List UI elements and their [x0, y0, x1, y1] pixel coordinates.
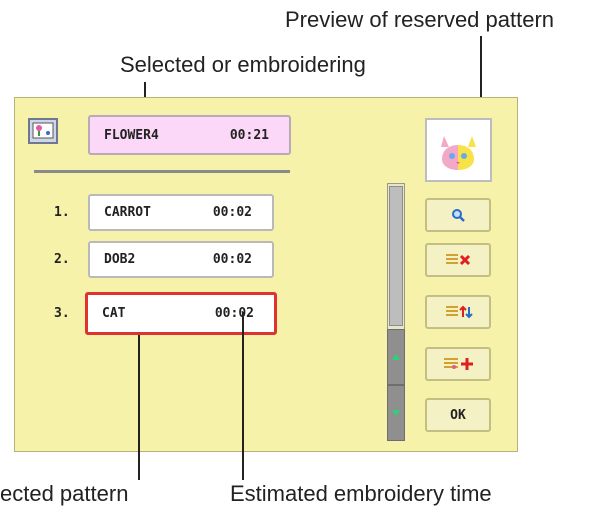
row-number: 1.: [54, 205, 70, 220]
cat-face-preview-icon: [441, 136, 476, 170]
callout-estimated-time: Estimated embroidery time: [230, 481, 492, 506]
ok-button[interactable]: OK: [425, 398, 491, 432]
delete-reserved-button[interactable]: [425, 243, 491, 277]
list-item-selected[interactable]: CAT 00:02: [85, 292, 277, 335]
embroidery-frame-icon[interactable]: [28, 118, 58, 144]
list-item-time: 00:02: [214, 306, 254, 321]
list-reorder-icon: [446, 305, 473, 319]
leader-line-estimated-time: [242, 312, 244, 480]
callout-selected-pattern: ected pattern: [0, 481, 129, 506]
list-item-name: CAT: [102, 306, 126, 321]
leader-line-selected-pattern: [138, 335, 140, 480]
list-item[interactable]: DOB2 00:02: [88, 241, 274, 278]
list-item[interactable]: CARROT 00:02: [88, 194, 274, 231]
add-pattern-button[interactable]: [425, 347, 491, 381]
arrow-up-icon: [392, 354, 400, 360]
arrow-down-icon: [392, 410, 400, 416]
zoom-button[interactable]: [425, 198, 491, 232]
divider: [34, 170, 290, 173]
magnifier-icon: [452, 209, 465, 222]
current-pattern-box[interactable]: FLOWER4 00:21: [88, 115, 291, 155]
ok-button-label: OK: [450, 407, 466, 423]
list-item-name: CARROT: [104, 205, 151, 220]
callout-preview: Preview of reserved pattern: [285, 7, 555, 32]
row-number: 2.: [54, 252, 70, 267]
list-delete-icon: [446, 254, 471, 266]
list-item-time: 00:02: [212, 252, 252, 267]
add-pattern-icon: [444, 358, 473, 370]
row-number: 3.: [54, 306, 70, 321]
scroll-down-button[interactable]: [387, 385, 405, 441]
scrollbar-thumb[interactable]: [389, 186, 403, 326]
current-pattern-name: FLOWER4: [104, 127, 159, 143]
list-item-time: 00:02: [212, 205, 252, 220]
callout-selected: Selected or embroidering: [120, 52, 366, 77]
scroll-up-button[interactable]: [387, 329, 405, 385]
pattern-preview: [425, 118, 492, 182]
current-pattern-time: 00:21: [229, 127, 269, 143]
list-item-name: DOB2: [104, 252, 136, 267]
reorder-reserved-button[interactable]: [425, 295, 491, 329]
